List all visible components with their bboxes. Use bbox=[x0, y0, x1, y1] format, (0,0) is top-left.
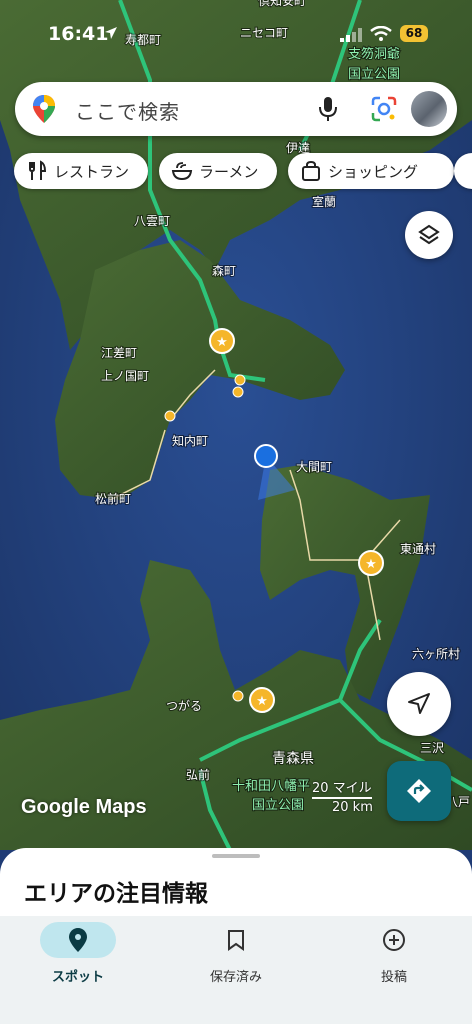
svg-text:★: ★ bbox=[365, 557, 377, 572]
tab-label: 投稿 bbox=[380, 970, 407, 985]
sheet-drag-handle[interactable] bbox=[212, 854, 260, 858]
chip-shopping[interactable]: ショッピング bbox=[288, 153, 454, 189]
svg-text:★: ★ bbox=[256, 694, 268, 709]
chip-label: ショッピング bbox=[328, 162, 419, 181]
map-label: 六ヶ所村 bbox=[412, 647, 460, 661]
ramen-bowl-icon bbox=[171, 162, 193, 181]
map-label: 三沢 bbox=[420, 741, 444, 755]
map-label: 松前町 bbox=[95, 491, 131, 506]
battery-indicator: 68 bbox=[400, 25, 428, 42]
navigation-arrow-icon bbox=[408, 693, 430, 714]
my-location-dot bbox=[254, 444, 278, 468]
layers-button[interactable] bbox=[405, 211, 453, 259]
chip-more[interactable] bbox=[454, 153, 472, 189]
tab-indicator bbox=[198, 922, 274, 958]
chip-ramen[interactable]: ラーメン bbox=[159, 153, 277, 189]
tab-spots[interactable]: スポット bbox=[18, 922, 138, 985]
place-dot bbox=[234, 374, 246, 386]
directions-icon bbox=[407, 779, 431, 803]
scale-bar bbox=[312, 797, 372, 799]
place-dot bbox=[232, 386, 244, 398]
svg-text:★: ★ bbox=[216, 335, 228, 350]
scale-miles: 20 マイル bbox=[312, 781, 372, 796]
layers-icon bbox=[418, 224, 440, 245]
status-bar: 16:41 68 bbox=[0, 18, 472, 48]
cellular-signal-icon bbox=[340, 28, 362, 42]
wifi-icon bbox=[370, 26, 392, 41]
starred-place-marker: ★ bbox=[358, 550, 384, 576]
chip-label: ラーメン bbox=[199, 162, 259, 181]
recenter-button[interactable] bbox=[387, 672, 451, 736]
bottom-sheet[interactable]: エリアの注目情報 bbox=[0, 848, 472, 918]
chip-label: レストラン bbox=[54, 162, 130, 181]
map-label: 国立公園 bbox=[252, 798, 304, 813]
chip-restaurant[interactable]: レストラン bbox=[14, 153, 148, 189]
google-lens-icon[interactable] bbox=[371, 96, 397, 122]
account-avatar[interactable] bbox=[411, 91, 447, 127]
map-label: 十和田八幡平 bbox=[232, 779, 310, 794]
tab-label: スポット bbox=[51, 970, 104, 985]
starred-place-marker: ★ bbox=[209, 328, 235, 354]
category-chips: レストラン ラーメン ショッピング bbox=[14, 153, 472, 191]
map-label: 倶知安町 bbox=[258, 0, 306, 8]
map-label: 支笏洞爺 bbox=[348, 46, 400, 62]
starred-place-marker: ★ bbox=[249, 687, 275, 713]
bottom-navigation: スポット 保存済み 投稿 bbox=[0, 916, 472, 1024]
add-circle-icon bbox=[383, 929, 405, 951]
bookmark-icon bbox=[228, 930, 244, 951]
search-input[interactable]: ここで検索 bbox=[75, 96, 180, 125]
map-label: 江差町 bbox=[101, 346, 137, 360]
map-label: つがる bbox=[166, 698, 202, 713]
place-dot bbox=[164, 410, 176, 422]
tab-saved[interactable]: 保存済み bbox=[176, 922, 296, 985]
google-maps-watermark: Google Maps bbox=[21, 796, 147, 818]
map-scale: 20 マイル 20 km bbox=[312, 779, 373, 817]
map-label: 弘前 bbox=[186, 767, 210, 782]
map-label: 八雲町 bbox=[134, 214, 170, 228]
directions-button[interactable] bbox=[387, 761, 451, 821]
google-maps-logo-icon bbox=[33, 95, 55, 123]
place-dot bbox=[232, 690, 244, 702]
tab-post[interactable]: 投稿 bbox=[334, 922, 454, 985]
location-pin-icon bbox=[69, 928, 87, 952]
map-label: 大間町 bbox=[296, 460, 332, 474]
tab-indicator bbox=[40, 922, 116, 958]
search-bar[interactable]: ここで検索 bbox=[15, 82, 457, 136]
sheet-title: エリアの注目情報 bbox=[24, 881, 208, 907]
map-label: 国立公園 bbox=[348, 67, 400, 82]
tab-label: 保存済み bbox=[209, 970, 262, 985]
status-time: 16:41 bbox=[48, 23, 109, 45]
shopping-bag-icon bbox=[302, 160, 320, 181]
tab-indicator bbox=[356, 922, 432, 958]
map-label: 森町 bbox=[212, 263, 236, 278]
map-label: 東通村 bbox=[400, 542, 436, 556]
map-label: 青森県 bbox=[272, 751, 314, 767]
map-label: 室蘭 bbox=[312, 194, 336, 209]
location-services-icon bbox=[105, 27, 117, 39]
map-label: 上ノ国町 bbox=[101, 369, 149, 383]
scale-km: 20 km bbox=[332, 800, 373, 815]
microphone-icon[interactable] bbox=[317, 96, 339, 122]
fork-knife-icon bbox=[29, 160, 47, 180]
map-label: 知内町 bbox=[172, 434, 208, 448]
